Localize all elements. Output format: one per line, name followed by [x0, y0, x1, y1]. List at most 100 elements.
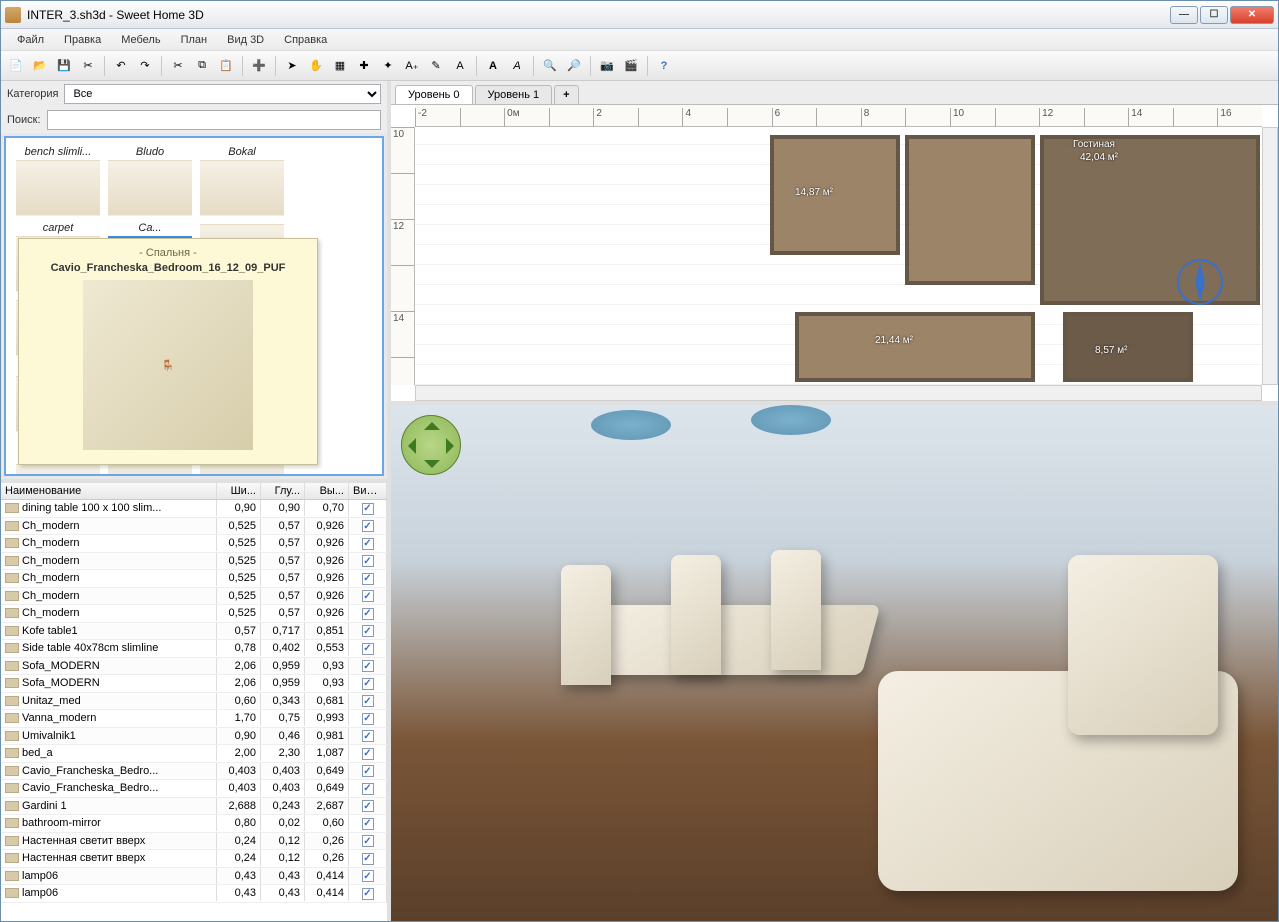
nav-up-icon[interactable]: [424, 414, 440, 430]
table-row[interactable]: Unitaz_med0,600,3430,681✓: [1, 693, 387, 711]
catalog-item[interactable]: Bokal: [198, 146, 286, 218]
visibility-checkbox[interactable]: ✓: [362, 608, 374, 620]
menu-furniture[interactable]: Мебель: [111, 31, 170, 49]
visibility-checkbox[interactable]: ✓: [362, 573, 374, 585]
table-header[interactable]: Наименование Ши... Глу... Вы... Види...: [1, 483, 387, 500]
visibility-checkbox[interactable]: ✓: [362, 800, 374, 812]
table-row[interactable]: lamp060,430,430,414✓: [1, 868, 387, 886]
table-row[interactable]: Ch_modern0,5250,570,926✓: [1, 588, 387, 606]
col-name[interactable]: Наименование: [1, 483, 217, 499]
text2-icon[interactable]: A: [449, 55, 471, 77]
add-furniture-icon[interactable]: ➕: [248, 55, 270, 77]
col-width[interactable]: Ши...: [217, 483, 261, 499]
redo-icon[interactable]: ↷: [134, 55, 156, 77]
table-row[interactable]: Sofa_MODERN2,060,9590,93✓: [1, 675, 387, 693]
tab-level0[interactable]: Уровень 0: [395, 85, 473, 104]
room-icon[interactable]: ✚: [353, 55, 375, 77]
undo-icon[interactable]: ↶: [110, 55, 132, 77]
prefs-icon[interactable]: ✂: [77, 55, 99, 77]
pan-icon[interactable]: ✋: [305, 55, 327, 77]
select-icon[interactable]: ➤: [281, 55, 303, 77]
menu-plan[interactable]: План: [171, 31, 218, 49]
table-row[interactable]: Ch_modern0,5250,570,926✓: [1, 570, 387, 588]
visibility-checkbox[interactable]: ✓: [362, 660, 374, 672]
table-row[interactable]: Ch_modern0,5250,570,926✓: [1, 553, 387, 571]
text-icon[interactable]: ✎: [425, 55, 447, 77]
wall-icon[interactable]: ▦: [329, 55, 351, 77]
table-row[interactable]: Cavio_Francheska_Bedro...0,4030,4030,649…: [1, 763, 387, 781]
table-row[interactable]: Cavio_Francheska_Bedro...0,4030,4030,649…: [1, 780, 387, 798]
table-row[interactable]: Ch_modern0,5250,570,926✓: [1, 605, 387, 623]
table-row[interactable]: Ch_modern0,5250,570,926✓: [1, 535, 387, 553]
bold-icon[interactable]: A: [482, 55, 504, 77]
table-row[interactable]: Side table 40x78cm slimline0,780,4020,55…: [1, 640, 387, 658]
visibility-checkbox[interactable]: ✓: [362, 888, 374, 900]
visibility-checkbox[interactable]: ✓: [362, 730, 374, 742]
table-row[interactable]: Sofa_MODERN2,060,9590,93✓: [1, 658, 387, 676]
furniture-table[interactable]: Наименование Ши... Глу... Вы... Види... …: [1, 479, 387, 921]
menu-edit[interactable]: Правка: [54, 31, 111, 49]
visibility-checkbox[interactable]: ✓: [362, 678, 374, 690]
plan-scrollbar-v[interactable]: [1262, 127, 1278, 385]
table-row[interactable]: bed_a2,002,301,087✓: [1, 745, 387, 763]
visibility-checkbox[interactable]: ✓: [362, 538, 374, 550]
visibility-checkbox[interactable]: ✓: [362, 783, 374, 795]
table-row[interactable]: Настенная светит вверх0,240,120,26✓: [1, 850, 387, 868]
nav-compass[interactable]: [401, 415, 461, 475]
menu-view3d[interactable]: Вид 3D: [217, 31, 274, 49]
menu-help[interactable]: Справка: [274, 31, 337, 49]
maximize-button[interactable]: ☐: [1200, 6, 1228, 24]
plan-scrollbar-h[interactable]: [415, 385, 1262, 401]
plan-canvas[interactable]: 14,87 м² Гостиная 42,04 м² 21,44 м² 8,57…: [415, 127, 1262, 385]
catalog-item[interactable]: bench slimli...: [14, 146, 102, 218]
nav-left-icon[interactable]: [400, 438, 416, 454]
visibility-checkbox[interactable]: ✓: [362, 818, 374, 830]
table-row[interactable]: Настенная светит вверх0,240,120,26✓: [1, 833, 387, 851]
minimize-button[interactable]: —: [1170, 6, 1198, 24]
save-icon[interactable]: 💾: [53, 55, 75, 77]
tab-level1[interactable]: Уровень 1: [475, 85, 553, 104]
polyline-icon[interactable]: ✦: [377, 55, 399, 77]
table-row[interactable]: Ch_modern0,5250,570,926✓: [1, 518, 387, 536]
visibility-checkbox[interactable]: ✓: [362, 748, 374, 760]
visibility-checkbox[interactable]: ✓: [362, 520, 374, 532]
copy-icon[interactable]: ⧉: [191, 55, 213, 77]
paste-icon[interactable]: 📋: [215, 55, 237, 77]
zoomout-icon[interactable]: 🔎: [563, 55, 585, 77]
nav-right-icon[interactable]: [446, 438, 462, 454]
new-icon[interactable]: 📄: [5, 55, 27, 77]
visibility-checkbox[interactable]: ✓: [362, 765, 374, 777]
table-row[interactable]: dining table 100 x 100 slim...0,900,900,…: [1, 500, 387, 518]
catalog-grid[interactable]: bench slimli...BludoBokalcarpetCa...Fran…: [4, 136, 384, 476]
zoomin-icon[interactable]: 🔍: [539, 55, 561, 77]
open-icon[interactable]: 📂: [29, 55, 51, 77]
plan-view[interactable]: -20м246810121416 101214 14,87 м² Гостина…: [391, 105, 1278, 405]
table-row[interactable]: Umivalnik10,900,460,981✓: [1, 728, 387, 746]
visibility-checkbox[interactable]: ✓: [362, 625, 374, 637]
visibility-checkbox[interactable]: ✓: [362, 643, 374, 655]
catalog-item[interactable]: Bludo: [106, 146, 194, 218]
col-height[interactable]: Вы...: [305, 483, 349, 499]
video-icon[interactable]: 🎬: [620, 55, 642, 77]
italic-icon[interactable]: A: [506, 55, 528, 77]
visibility-checkbox[interactable]: ✓: [362, 555, 374, 567]
visibility-checkbox[interactable]: ✓: [362, 503, 374, 515]
close-button[interactable]: ✕: [1230, 6, 1274, 24]
visibility-checkbox[interactable]: ✓: [362, 870, 374, 882]
visibility-checkbox[interactable]: ✓: [362, 713, 374, 725]
compass-icon[interactable]: [1175, 257, 1225, 307]
help-icon[interactable]: ?: [653, 55, 675, 77]
table-row[interactable]: Gardini 12,6880,2432,687✓: [1, 798, 387, 816]
category-select[interactable]: Все: [64, 84, 381, 104]
dimension-icon[interactable]: A₊: [401, 55, 423, 77]
menu-file[interactable]: Файл: [7, 31, 54, 49]
nav-down-icon[interactable]: [424, 460, 440, 476]
visibility-checkbox[interactable]: ✓: [362, 853, 374, 865]
table-row[interactable]: Kofe table10,570,7170,851✓: [1, 623, 387, 641]
visibility-checkbox[interactable]: ✓: [362, 695, 374, 707]
photo-icon[interactable]: 📷: [596, 55, 618, 77]
visibility-checkbox[interactable]: ✓: [362, 835, 374, 847]
tab-add-level[interactable]: +: [554, 85, 578, 104]
table-row[interactable]: bathroom-mirror0,800,020,60✓: [1, 815, 387, 833]
table-row[interactable]: Vanna_modern1,700,750,993✓: [1, 710, 387, 728]
